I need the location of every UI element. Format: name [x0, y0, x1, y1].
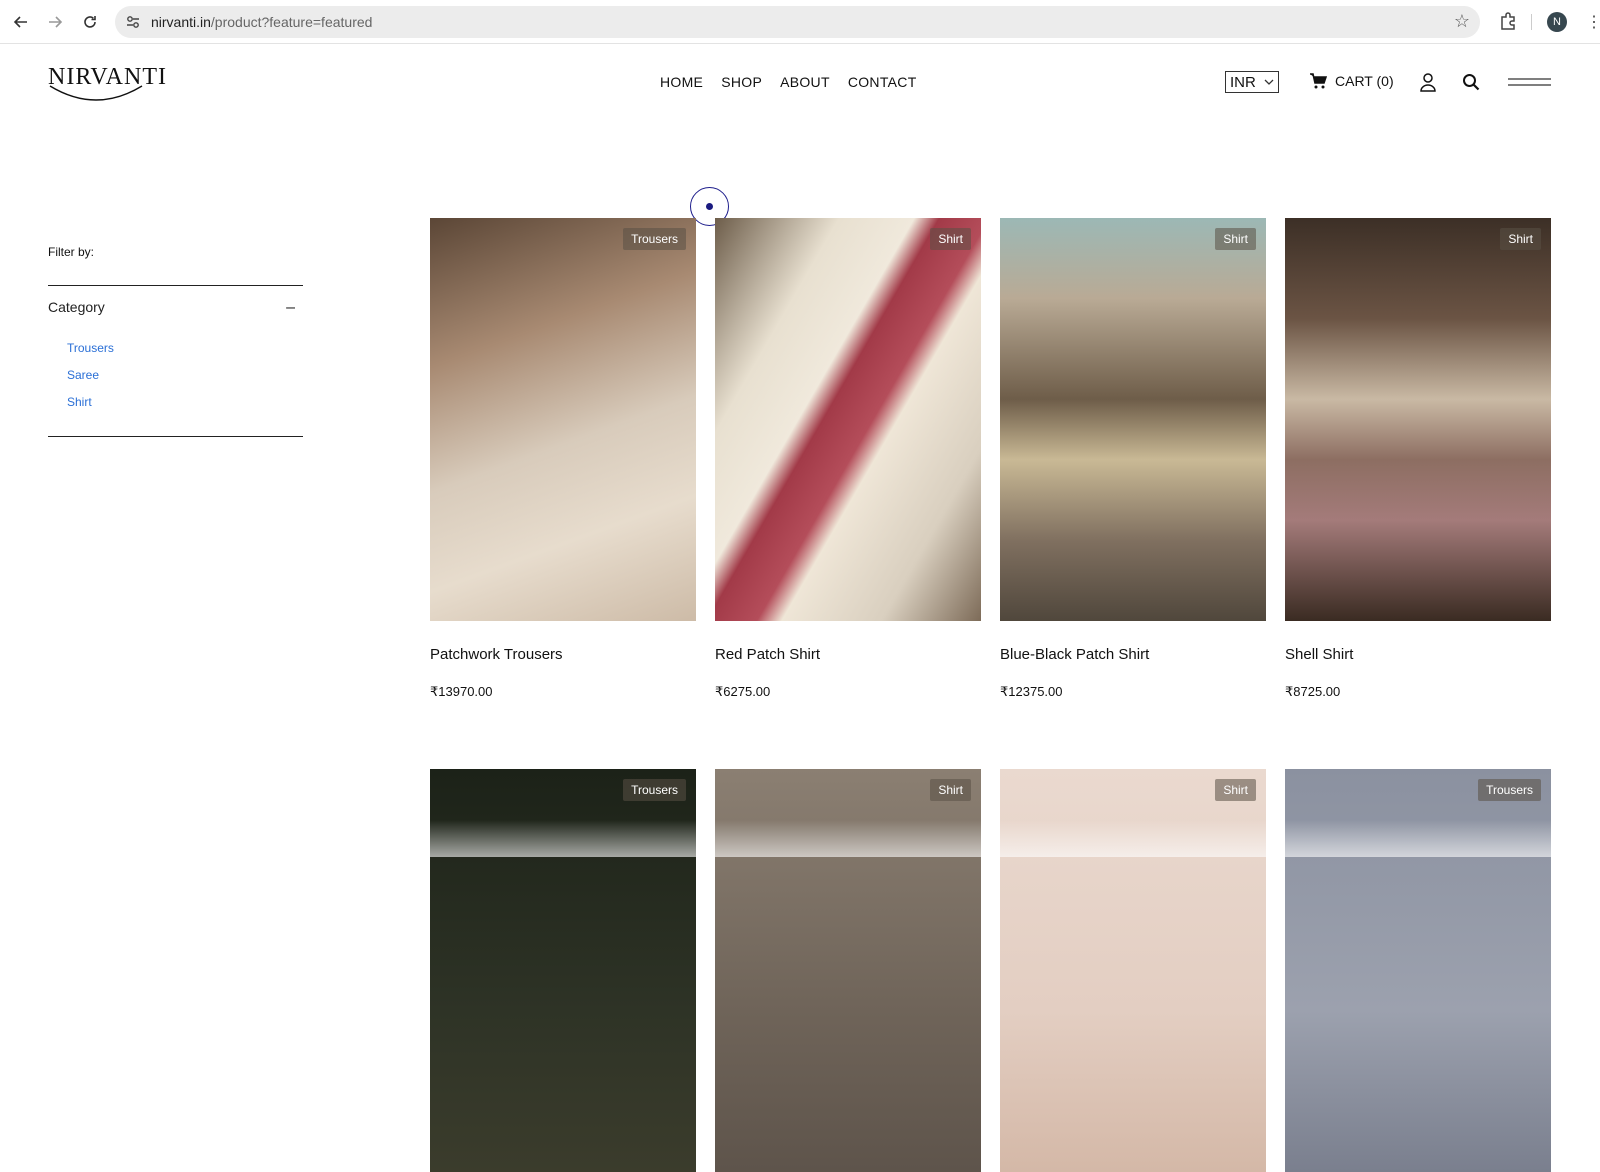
- category-badge: Shirt: [930, 228, 971, 250]
- product-card[interactable]: Shirt: [715, 769, 981, 1172]
- hamburger-menu-icon[interactable]: [1508, 76, 1551, 88]
- category-badge: Trousers: [623, 228, 686, 250]
- product-price: ₹8725.00: [1285, 684, 1341, 699]
- category-link-shirt[interactable]: Shirt: [67, 395, 114, 410]
- toolbar-divider: [1531, 14, 1532, 30]
- category-link-trousers[interactable]: Trousers: [67, 341, 114, 356]
- product-name[interactable]: Shell Shirt: [1285, 646, 1353, 663]
- product-image[interactable]: Shirt: [715, 769, 981, 1172]
- product-price: ₹12375.00: [1000, 684, 1063, 699]
- product-image[interactable]: Shirt: [1285, 218, 1551, 621]
- product-card[interactable]: Shirt Red Patch Shirt ₹6275.00: [715, 218, 981, 699]
- site-settings-icon[interactable]: [125, 14, 141, 30]
- currency-select[interactable]: INR: [1225, 71, 1279, 93]
- reload-icon[interactable]: [78, 10, 102, 34]
- account-icon[interactable]: [1419, 72, 1437, 92]
- filter-title: Filter by:: [48, 245, 95, 259]
- product-image[interactable]: Shirt: [715, 218, 981, 621]
- extensions-icon[interactable]: [1497, 11, 1519, 33]
- logo-swoosh-icon: [49, 85, 143, 101]
- brand-logo[interactable]: NIRVANTI: [48, 64, 166, 104]
- divider: [48, 436, 303, 437]
- browser-menu-icon[interactable]: ⋮: [1586, 12, 1600, 32]
- product-name[interactable]: Patchwork Trousers: [430, 646, 563, 663]
- category-toggle[interactable]: Category –: [48, 299, 303, 317]
- category-badge: Shirt: [1215, 228, 1256, 250]
- search-icon[interactable]: [1462, 73, 1480, 91]
- product-card[interactable]: Trousers: [1285, 769, 1551, 1172]
- category-badge: Trousers: [1478, 779, 1541, 801]
- product-card[interactable]: Shirt Shell Shirt ₹8725.00: [1285, 218, 1551, 699]
- product-image[interactable]: Trousers: [430, 218, 696, 621]
- nav-about[interactable]: ABOUT: [780, 74, 830, 90]
- browser-toolbar: nirvanti.in/product?feature=featured ☆ N…: [0, 0, 1600, 44]
- nav-home[interactable]: HOME: [660, 74, 703, 90]
- category-link-saree[interactable]: Saree: [67, 368, 114, 383]
- category-badge: Trousers: [623, 779, 686, 801]
- divider: [48, 285, 303, 286]
- filter-sidebar: Filter by: Category – Trousers Saree Shi…: [48, 245, 303, 437]
- category-list: Trousers Saree Shirt: [67, 341, 114, 422]
- product-card[interactable]: Shirt Blue-Black Patch Shirt ₹12375.00: [1000, 218, 1266, 699]
- product-price: ₹6275.00: [715, 684, 771, 699]
- product-price: ₹13970.00: [430, 684, 493, 699]
- forward-icon[interactable]: [43, 10, 67, 34]
- nav-contact[interactable]: CONTACT: [848, 74, 917, 90]
- product-card[interactable]: Trousers Patchwork Trousers ₹13970.00: [430, 218, 696, 699]
- category-badge: Shirt: [1500, 228, 1541, 250]
- product-image[interactable]: Shirt: [1000, 218, 1266, 621]
- bookmark-star-icon[interactable]: ☆: [1454, 11, 1470, 32]
- site-header: NIRVANTI HOME SHOP ABOUT CONTACT INR CAR…: [0, 44, 1600, 124]
- category-badge: Shirt: [930, 779, 971, 801]
- product-name[interactable]: Blue-Black Patch Shirt: [1000, 646, 1149, 663]
- minus-icon[interactable]: –: [286, 299, 303, 317]
- product-image[interactable]: Trousers: [430, 769, 696, 1172]
- address-bar[interactable]: nirvanti.in/product?feature=featured ☆: [115, 6, 1480, 38]
- back-icon[interactable]: [9, 10, 33, 34]
- product-image[interactable]: Shirt: [1000, 769, 1266, 1172]
- profile-avatar[interactable]: N: [1547, 12, 1567, 32]
- cart-icon: [1310, 73, 1327, 89]
- category-badge: Shirt: [1215, 779, 1256, 801]
- product-name[interactable]: Red Patch Shirt: [715, 646, 820, 663]
- chevron-down-icon: [1264, 79, 1274, 85]
- nav-shop[interactable]: SHOP: [721, 74, 762, 90]
- cart-button[interactable]: CART (0): [1309, 73, 1394, 89]
- main-navigation: HOME SHOP ABOUT CONTACT: [660, 74, 917, 90]
- product-card[interactable]: Trousers: [430, 769, 696, 1172]
- product-card[interactable]: Shirt: [1000, 769, 1266, 1172]
- product-image[interactable]: Trousers: [1285, 769, 1551, 1172]
- url-text: nirvanti.in/product?feature=featured: [151, 14, 373, 30]
